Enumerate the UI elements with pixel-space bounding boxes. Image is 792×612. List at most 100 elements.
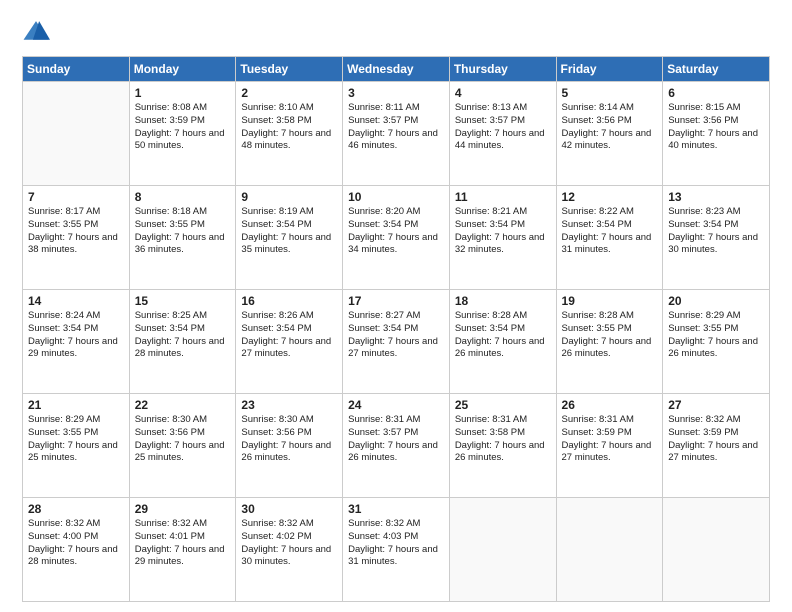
day-header-tuesday: Tuesday: [236, 57, 343, 82]
calendar-cell: [663, 498, 770, 602]
cell-info: Sunrise: 8:15 AMSunset: 3:56 PMDaylight:…: [668, 102, 764, 153]
cell-info: Sunrise: 8:10 AMSunset: 3:58 PMDaylight:…: [241, 102, 337, 153]
cell-info: Sunrise: 8:23 AMSunset: 3:54 PMDaylight:…: [668, 206, 764, 257]
day-number: 27: [668, 398, 764, 412]
day-number: 23: [241, 398, 337, 412]
day-number: 25: [455, 398, 551, 412]
cell-info: Sunrise: 8:28 AMSunset: 3:54 PMDaylight:…: [455, 310, 551, 361]
calendar-week-2: 14 Sunrise: 8:24 AMSunset: 3:54 PMDayligh…: [23, 290, 770, 394]
day-number: 29: [135, 502, 231, 516]
calendar-table: SundayMondayTuesdayWednesdayThursdayFrid…: [22, 56, 770, 602]
day-number: 2: [241, 86, 337, 100]
calendar-cell: 2 Sunrise: 8:10 AMSunset: 3:58 PMDaylight…: [236, 82, 343, 186]
calendar-cell: 10Sunrise: 8:20 AMSunset: 3:54 PMDayligh…: [343, 186, 450, 290]
header: [22, 18, 770, 46]
cell-info: Sunrise: 8:32 AMSunset: 4:00 PMDaylight:…: [28, 518, 124, 569]
cell-info: Sunrise: 8:32 AMSunset: 4:01 PMDaylight:…: [135, 518, 231, 569]
day-number: 11: [455, 190, 551, 204]
calendar-cell: 27 Sunrise: 8:32 AMSunset: 3:59 PMDayligh…: [663, 394, 770, 498]
calendar-cell: 4 Sunrise: 8:13 AMSunset: 3:57 PMDaylight…: [449, 82, 556, 186]
calendar-cell: 16Sunrise: 8:26 AMSunset: 3:54 PMDayligh…: [236, 290, 343, 394]
calendar-cell: 18 Sunrise: 8:28 AMSunset: 3:54 PMDayligh…: [449, 290, 556, 394]
cell-info: Sunrise: 8:27 AMSunset: 3:54 PMDaylight:…: [348, 310, 444, 361]
cell-info: Sunrise: 8:11 AMSunset: 3:57 PMDaylight:…: [348, 102, 444, 153]
cell-info: Sunrise: 8:14 AMSunset: 3:56 PMDaylight:…: [562, 102, 658, 153]
day-number: 8: [135, 190, 231, 204]
calendar-cell: 11 Sunrise: 8:21 AMSunset: 3:54 PMDayligh…: [449, 186, 556, 290]
calendar-cell: 7Sunrise: 8:17 AMSunset: 3:55 PMDaylight…: [23, 186, 130, 290]
day-number: 26: [562, 398, 658, 412]
day-number: 1: [135, 86, 231, 100]
day-number: 16: [241, 294, 337, 308]
calendar-cell: 17 Sunrise: 8:27 AMSunset: 3:54 PMDayligh…: [343, 290, 450, 394]
calendar-cell: 24 Sunrise: 8:31 AMSunset: 3:57 PMDayligh…: [343, 394, 450, 498]
calendar-week-1: 7Sunrise: 8:17 AMSunset: 3:55 PMDaylight…: [23, 186, 770, 290]
day-header-wednesday: Wednesday: [343, 57, 450, 82]
day-number: 14: [28, 294, 124, 308]
day-number: 20: [668, 294, 764, 308]
cell-info: Sunrise: 8:32 AMSunset: 4:03 PMDaylight:…: [348, 518, 444, 569]
calendar-cell: 8 Sunrise: 8:18 AMSunset: 3:55 PMDaylight…: [129, 186, 236, 290]
day-header-saturday: Saturday: [663, 57, 770, 82]
cell-info: Sunrise: 8:29 AMSunset: 3:55 PMDaylight:…: [668, 310, 764, 361]
day-number: 17: [348, 294, 444, 308]
cell-info: Sunrise: 8:28 AMSunset: 3:55 PMDaylight:…: [562, 310, 658, 361]
calendar-cell: 22Sunrise: 8:30 AMSunset: 3:56 PMDayligh…: [129, 394, 236, 498]
logo: [22, 18, 54, 46]
day-header-sunday: Sunday: [23, 57, 130, 82]
logo-icon: [22, 18, 50, 46]
day-header-thursday: Thursday: [449, 57, 556, 82]
day-number: 18: [455, 294, 551, 308]
day-number: 21: [28, 398, 124, 412]
calendar-cell: 12 Sunrise: 8:22 AMSunset: 3:54 PMDayligh…: [556, 186, 663, 290]
cell-info: Sunrise: 8:25 AMSunset: 3:54 PMDaylight:…: [135, 310, 231, 361]
calendar-cell: 13 Sunrise: 8:23 AMSunset: 3:54 PMDayligh…: [663, 186, 770, 290]
day-number: 6: [668, 86, 764, 100]
day-number: 3: [348, 86, 444, 100]
cell-info: Sunrise: 8:24 AMSunset: 3:54 PMDaylight:…: [28, 310, 124, 361]
calendar-cell: 19 Sunrise: 8:28 AMSunset: 3:55 PMDayligh…: [556, 290, 663, 394]
day-header-friday: Friday: [556, 57, 663, 82]
calendar-cell: 28 Sunrise: 8:32 AMSunset: 4:00 PMDayligh…: [23, 498, 130, 602]
cell-info: Sunrise: 8:08 AMSunset: 3:59 PMDaylight:…: [135, 102, 231, 153]
cell-info: Sunrise: 8:31 AMSunset: 3:58 PMDaylight:…: [455, 414, 551, 465]
day-number: 9: [241, 190, 337, 204]
cell-info: Sunrise: 8:13 AMSunset: 3:57 PMDaylight:…: [455, 102, 551, 153]
day-number: 31: [348, 502, 444, 516]
calendar-cell: 29 Sunrise: 8:32 AMSunset: 4:01 PMDayligh…: [129, 498, 236, 602]
day-number: 13: [668, 190, 764, 204]
calendar-cell: 26Sunrise: 8:31 AMSunset: 3:59 PMDayligh…: [556, 394, 663, 498]
calendar-cell: 23 Sunrise: 8:30 AMSunset: 3:56 PMDayligh…: [236, 394, 343, 498]
calendar-cell: [449, 498, 556, 602]
calendar-cell: 31 Sunrise: 8:32 AMSunset: 4:03 PMDayligh…: [343, 498, 450, 602]
day-number: 12: [562, 190, 658, 204]
day-number: 4: [455, 86, 551, 100]
cell-info: Sunrise: 8:29 AMSunset: 3:55 PMDaylight:…: [28, 414, 124, 465]
calendar-week-0: 1 Sunrise: 8:08 AMSunset: 3:59 PMDaylight…: [23, 82, 770, 186]
calendar-cell: 15 Sunrise: 8:25 AMSunset: 3:54 PMDayligh…: [129, 290, 236, 394]
cell-info: Sunrise: 8:20 AMSunset: 3:54 PMDaylight:…: [348, 206, 444, 257]
calendar-cell: 1 Sunrise: 8:08 AMSunset: 3:59 PMDaylight…: [129, 82, 236, 186]
day-number: 28: [28, 502, 124, 516]
page: SundayMondayTuesdayWednesdayThursdayFrid…: [0, 0, 792, 612]
day-number: 15: [135, 294, 231, 308]
calendar-cell: 25 Sunrise: 8:31 AMSunset: 3:58 PMDayligh…: [449, 394, 556, 498]
cell-info: Sunrise: 8:30 AMSunset: 3:56 PMDaylight:…: [241, 414, 337, 465]
day-number: 5: [562, 86, 658, 100]
cell-info: Sunrise: 8:21 AMSunset: 3:54 PMDaylight:…: [455, 206, 551, 257]
cell-info: Sunrise: 8:22 AMSunset: 3:54 PMDaylight:…: [562, 206, 658, 257]
calendar-week-3: 21 Sunrise: 8:29 AMSunset: 3:55 PMDayligh…: [23, 394, 770, 498]
calendar-cell: 9Sunrise: 8:19 AMSunset: 3:54 PMDaylight…: [236, 186, 343, 290]
cell-info: Sunrise: 8:32 AMSunset: 3:59 PMDaylight:…: [668, 414, 764, 465]
day-header-monday: Monday: [129, 57, 236, 82]
cell-info: Sunrise: 8:31 AMSunset: 3:57 PMDaylight:…: [348, 414, 444, 465]
cell-info: Sunrise: 8:18 AMSunset: 3:55 PMDaylight:…: [135, 206, 231, 257]
calendar-cell: 30Sunrise: 8:32 AMSunset: 4:02 PMDayligh…: [236, 498, 343, 602]
day-number: 19: [562, 294, 658, 308]
cell-info: Sunrise: 8:17 AMSunset: 3:55 PMDaylight:…: [28, 206, 124, 257]
day-number: 24: [348, 398, 444, 412]
calendar-cell: 14 Sunrise: 8:24 AMSunset: 3:54 PMDayligh…: [23, 290, 130, 394]
calendar-cell: [556, 498, 663, 602]
calendar-cell: 20 Sunrise: 8:29 AMSunset: 3:55 PMDayligh…: [663, 290, 770, 394]
cell-info: Sunrise: 8:32 AMSunset: 4:02 PMDaylight:…: [241, 518, 337, 569]
